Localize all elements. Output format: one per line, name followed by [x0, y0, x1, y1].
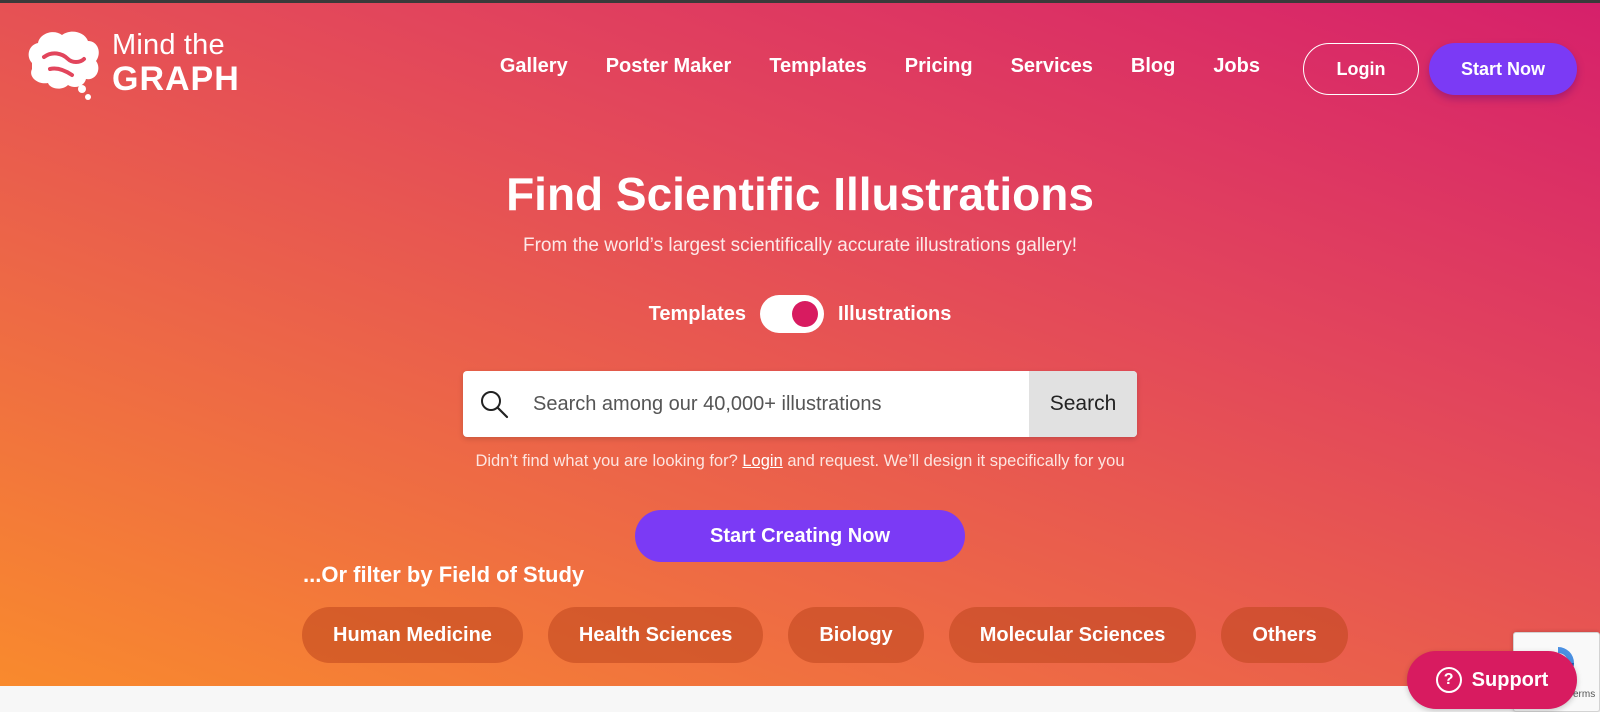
page-bottom-strip: [0, 686, 1600, 712]
nav-pricing[interactable]: Pricing: [905, 55, 973, 78]
search-input[interactable]: [525, 371, 1029, 437]
nav-jobs[interactable]: Jobs: [1213, 55, 1260, 78]
brand-logo[interactable]: Mind the GRAPH: [22, 27, 252, 103]
help-text-after: and request. We’ll design it specificall…: [782, 452, 1125, 470]
start-now-button[interactable]: Start Now: [1429, 43, 1577, 95]
nav-blog[interactable]: Blog: [1131, 55, 1175, 78]
toggle-label-illustrations[interactable]: Illustrations: [838, 303, 951, 326]
main-nav: Gallery Poster Maker Templates Pricing S…: [500, 55, 1260, 78]
search-button[interactable]: Search: [1029, 371, 1137, 437]
nav-poster-maker[interactable]: Poster Maker: [606, 55, 732, 78]
page-title: Find Scientific Illustrations: [506, 168, 1094, 220]
help-question-icon: ?: [1435, 667, 1462, 693]
filter-chip-molecular-sciences[interactable]: Molecular Sciences: [948, 607, 1197, 663]
mode-toggle-row: Templates Illustrations: [0, 295, 1600, 333]
nav-gallery[interactable]: Gallery: [500, 55, 568, 78]
support-button[interactable]: ? Support: [1407, 651, 1577, 709]
filter-heading: ...Or filter by Field of Study: [303, 562, 585, 587]
filter-chip-others[interactable]: Others: [1221, 607, 1348, 663]
search-icon: [463, 371, 525, 437]
page-subtitle: From the world’s largest scientifically …: [522, 235, 1078, 256]
login-button[interactable]: Login: [1303, 43, 1419, 95]
brain-logo-icon: [28, 31, 99, 100]
templates-illustrations-toggle[interactable]: [760, 295, 825, 333]
filter-chip-health-sciences[interactable]: Health Sciences: [547, 607, 764, 663]
toggle-label-templates[interactable]: Templates: [649, 303, 746, 326]
help-login-link[interactable]: Login: [742, 452, 782, 470]
hero-section: Mind the GRAPH Gallery Poster Maker Temp…: [0, 0, 1600, 686]
request-help-text: Didn’t find what you are looking for? Lo…: [0, 452, 1600, 471]
field-filter-list: Human Medicine Health Sciences Biology M…: [302, 607, 1348, 663]
help-text-before: Didn’t find what you are looking for?: [475, 452, 743, 470]
brand-line2: GRAPH: [112, 60, 240, 98]
nav-templates[interactable]: Templates: [769, 55, 866, 78]
filter-chip-biology[interactable]: Biology: [788, 607, 924, 663]
brand-wordmark: Mind the GRAPH: [112, 29, 240, 98]
support-label: Support: [1471, 668, 1549, 691]
start-creating-button[interactable]: Start Creating Now: [635, 510, 965, 562]
search-bar: Search: [463, 371, 1137, 437]
nav-services[interactable]: Services: [1011, 55, 1093, 78]
filter-chip-human-medicine[interactable]: Human Medicine: [302, 607, 523, 663]
brand-line1: Mind the: [112, 29, 225, 61]
toggle-knob: [792, 301, 819, 327]
